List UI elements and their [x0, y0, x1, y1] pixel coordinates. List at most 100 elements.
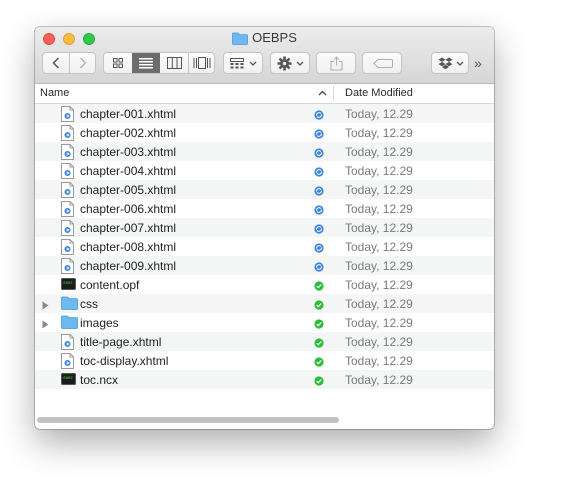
name-column-header[interactable]: Name	[40, 87, 69, 99]
column-view-button[interactable]	[160, 53, 188, 73]
file-name: toc.ncx	[80, 373, 119, 387]
svg-text:exec: exec	[63, 375, 73, 380]
svg-text:exec: exec	[63, 280, 73, 285]
file-row[interactable]: chapter-004.xhtml Today, 12.29	[35, 161, 494, 180]
date-modified-column-header[interactable]: Date Modified	[345, 87, 413, 99]
forward-button[interactable]	[70, 53, 96, 73]
tags-button[interactable]	[362, 52, 402, 74]
file-date-modified: Today, 12.29	[345, 107, 413, 121]
dropbox-synced-icon	[314, 299, 324, 313]
file-row[interactable]: chapter-005.xhtml Today, 12.29	[35, 180, 494, 199]
dropbox-synced-icon	[314, 356, 324, 370]
file-date-modified: Today, 12.29	[345, 221, 413, 235]
file-row[interactable]: chapter-003.xhtml Today, 12.29	[35, 142, 494, 161]
tag-icon	[373, 59, 393, 68]
folder-icon	[61, 296, 78, 313]
file-date-modified: Today, 12.29	[345, 202, 413, 216]
dropbox-syncing-icon	[314, 242, 324, 256]
file-name: chapter-003.xhtml	[80, 145, 177, 159]
group-by-button[interactable]	[223, 52, 263, 74]
file-row[interactable]: chapter-008.xhtml Today, 12.29	[35, 237, 494, 256]
file-row[interactable]: chapter-009.xhtml Today, 12.29	[35, 256, 494, 275]
dropbox-syncing-icon	[314, 109, 324, 123]
list-view-button[interactable]	[132, 53, 160, 73]
gear-icon	[277, 56, 292, 71]
toolbar-overflow-button[interactable]: »	[474, 55, 482, 71]
file-name: chapter-005.xhtml	[80, 183, 177, 197]
file-date-modified: Today, 12.29	[345, 183, 413, 197]
file-date-modified: Today, 12.29	[345, 335, 413, 349]
folder-icon	[61, 315, 78, 332]
back-button[interactable]	[43, 53, 69, 73]
file-row[interactable]: images Today, 12.29	[35, 313, 494, 332]
file-date-modified: Today, 12.29	[345, 278, 413, 292]
dropbox-button[interactable]	[431, 52, 469, 74]
chevron-right-icon	[79, 57, 87, 69]
exec-file-icon: exec	[61, 277, 76, 294]
finder-window: OEBPS » Name Date Modified chapter-001.x…	[35, 27, 494, 429]
file-name: images	[80, 316, 119, 330]
file-name: title-page.xhtml	[80, 335, 162, 349]
window-title-text: OEBPS	[252, 30, 297, 45]
cover-flow-button[interactable]	[189, 53, 215, 73]
chevron-down-icon	[249, 61, 257, 66]
dropbox-syncing-icon	[314, 128, 324, 142]
exec-file-icon: exec	[61, 372, 76, 389]
group-by-icon	[230, 58, 244, 69]
dropbox-syncing-icon	[314, 261, 324, 275]
share-button[interactable]	[316, 52, 356, 74]
file-row[interactable]: chapter-002.xhtml Today, 12.29	[35, 123, 494, 142]
cover-flow-icon	[193, 57, 211, 69]
window-title: OEBPS	[35, 30, 494, 48]
share-icon	[330, 56, 343, 71]
sort-ascending-icon	[318, 87, 327, 99]
icon-view-icon	[113, 58, 123, 68]
file-name: chapter-004.xhtml	[80, 164, 177, 178]
file-name: content.opf	[80, 278, 140, 292]
navigation-group	[42, 52, 96, 74]
file-row[interactable]: chapter-006.xhtml Today, 12.29	[35, 199, 494, 218]
file-date-modified: Today, 12.29	[345, 297, 413, 311]
file-name: chapter-001.xhtml	[80, 107, 177, 121]
file-row[interactable]: chapter-001.xhtml Today, 12.29	[35, 104, 494, 123]
dropbox-synced-icon	[314, 337, 324, 351]
chevron-down-icon	[456, 61, 464, 66]
folder-icon	[232, 32, 248, 48]
dropbox-synced-icon	[314, 280, 324, 294]
file-name: chapter-009.xhtml	[80, 259, 177, 273]
file-date-modified: Today, 12.29	[345, 373, 413, 387]
file-date-modified: Today, 12.29	[345, 126, 413, 140]
dropbox-syncing-icon	[314, 204, 324, 218]
disclosure-triangle-icon[interactable]	[42, 299, 49, 313]
file-name: chapter-006.xhtml	[80, 202, 177, 216]
file-row[interactable]: toc-display.xhtml Today, 12.29	[35, 351, 494, 370]
file-name: chapter-007.xhtml	[80, 221, 177, 235]
file-date-modified: Today, 12.29	[345, 259, 413, 273]
action-button[interactable]	[270, 52, 310, 74]
chevron-left-icon	[52, 57, 60, 69]
titlebar: OEBPS »	[35, 27, 494, 84]
file-row[interactable]: exec toc.ncx Today, 12.29	[35, 370, 494, 389]
dropbox-syncing-icon	[314, 166, 324, 180]
list-view-icon	[139, 58, 153, 69]
file-name: toc-display.xhtml	[80, 354, 169, 368]
file-row[interactable]: chapter-007.xhtml Today, 12.29	[35, 218, 494, 237]
file-name: chapter-002.xhtml	[80, 126, 177, 140]
file-name: chapter-008.xhtml	[80, 240, 177, 254]
icon-view-button[interactable]	[104, 53, 132, 73]
file-row[interactable]: title-page.xhtml Today, 12.29	[35, 332, 494, 351]
file-name: css	[80, 297, 98, 311]
file-row[interactable]: exec content.opf Today, 12.29	[35, 275, 494, 294]
dropbox-syncing-icon	[314, 223, 324, 237]
dropbox-synced-icon	[314, 318, 324, 332]
horizontal-scrollbar[interactable]	[37, 417, 339, 423]
file-date-modified: Today, 12.29	[345, 164, 413, 178]
file-row[interactable]: css Today, 12.29	[35, 294, 494, 313]
file-date-modified: Today, 12.29	[345, 316, 413, 330]
dropbox-syncing-icon	[314, 185, 324, 199]
disclosure-triangle-icon[interactable]	[42, 318, 49, 332]
column-view-icon	[167, 57, 182, 69]
file-date-modified: Today, 12.29	[345, 354, 413, 368]
file-date-modified: Today, 12.29	[345, 240, 413, 254]
file-list: chapter-001.xhtml Today, 12.29 chapter-002…	[35, 104, 494, 389]
